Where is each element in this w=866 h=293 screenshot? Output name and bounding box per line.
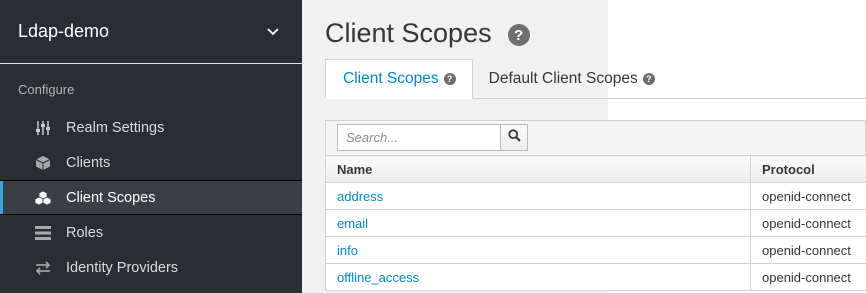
- search-group: [337, 124, 528, 151]
- sliders-icon: [34, 119, 52, 137]
- list-icon: [34, 224, 52, 242]
- column-header-name[interactable]: Name: [325, 155, 751, 183]
- sidebar-item-label: Clients: [66, 154, 111, 171]
- table-row: info openid-connect: [325, 236, 866, 264]
- protocol-cell: openid-connect: [750, 263, 866, 291]
- tab-default-client-scopes[interactable]: Default Client Scopes ?: [473, 59, 671, 99]
- column-header-protocol[interactable]: Protocol: [750, 155, 866, 183]
- sidebar-item-client-scopes[interactable]: Client Scopes: [0, 180, 302, 215]
- help-icon[interactable]: ?: [642, 73, 655, 85]
- cubes-icon: [34, 189, 52, 207]
- protocol-cell: openid-connect: [750, 236, 866, 264]
- realm-name: Ldap-demo: [18, 21, 110, 41]
- page-title: Client Scopes ?: [325, 18, 530, 49]
- sidebar-item-label: Client Scopes: [66, 189, 156, 206]
- cube-icon: [34, 154, 52, 172]
- table-row: address openid-connect: [325, 182, 866, 210]
- chevron-down-icon: [266, 25, 280, 39]
- scope-link[interactable]: offline_access: [337, 270, 419, 285]
- table-toolbar: [325, 120, 866, 156]
- realm-selector[interactable]: Ldap-demo: [0, 0, 302, 64]
- tab-bar: Client Scopes ? Default Client Scopes ?: [325, 59, 866, 99]
- sidebar-item-label: Identity Providers: [66, 259, 179, 276]
- sidebar-item-identity-providers[interactable]: Identity Providers: [0, 250, 302, 285]
- protocol-cell: openid-connect: [750, 209, 866, 237]
- help-icon[interactable]: ?: [507, 24, 530, 46]
- sidebar-item-label: Realm Settings: [66, 119, 165, 136]
- help-icon[interactable]: ?: [443, 73, 456, 85]
- sidebar-item-roles[interactable]: Roles: [0, 215, 302, 250]
- scope-link[interactable]: info: [337, 243, 358, 258]
- page-heading: Client Scopes: [325, 18, 492, 48]
- protocol-cell: openid-connect: [750, 182, 866, 210]
- scope-link[interactable]: email: [337, 216, 368, 231]
- sidebar-item-realm-settings[interactable]: Realm Settings: [0, 110, 302, 145]
- table-row: email openid-connect: [325, 209, 866, 237]
- client-scopes-table: Name Protocol address openid-connect ema…: [325, 155, 866, 291]
- search-button[interactable]: [501, 124, 528, 151]
- sidebar-item-clients[interactable]: Clients: [0, 145, 302, 180]
- table-header-row: Name Protocol: [325, 155, 866, 183]
- tab-label: Default Client Scopes: [488, 70, 638, 87]
- sidebar-item-label: Roles: [66, 224, 104, 241]
- search-input[interactable]: [337, 124, 501, 151]
- exchange-icon: [34, 259, 52, 277]
- sidebar-nav: Realm Settings Clients Client Scopes Rol…: [0, 110, 302, 285]
- sidebar: Ldap-demo Configure Realm Settings Clien…: [0, 0, 302, 293]
- tab-client-scopes[interactable]: Client Scopes ?: [325, 59, 473, 99]
- search-icon: [507, 128, 521, 147]
- tab-label: Client Scopes: [343, 70, 439, 87]
- section-label-configure: Configure: [18, 82, 75, 97]
- scope-link[interactable]: address: [337, 189, 383, 204]
- table-row: offline_access openid-connect: [325, 263, 866, 291]
- main-content: Client Scopes ? Client Scopes ? Default …: [302, 0, 866, 293]
